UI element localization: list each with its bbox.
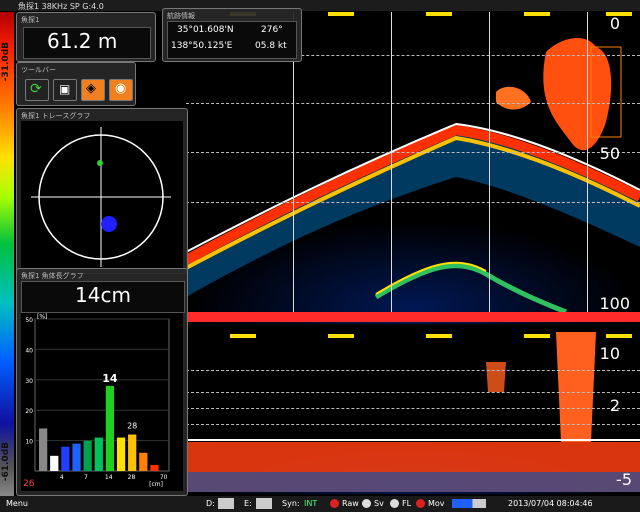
- fl-label: FL: [402, 499, 412, 508]
- hist-x-tick: 7: [84, 474, 88, 481]
- d-label: D:: [206, 499, 215, 508]
- fish-icon: ◈: [86, 81, 96, 96]
- mov-label: Mov: [428, 499, 445, 508]
- header-bar: 魚探1 38KHz SP G:4.0: [0, 0, 640, 11]
- syn-value: INT: [304, 499, 318, 508]
- mov-dot-icon: [416, 499, 425, 508]
- hist-bar: [72, 443, 81, 471]
- hist-x-tick: 14: [105, 474, 113, 481]
- raw-indicator[interactable]: [330, 499, 339, 508]
- mov-indicator[interactable]: [416, 499, 425, 508]
- sv-indicator[interactable]: [362, 499, 371, 508]
- hist-y-tick: 30: [25, 378, 33, 385]
- depth-label-100: 100: [599, 294, 630, 313]
- record-button[interactable]: ◉: [109, 79, 133, 101]
- hist-bar: [50, 455, 59, 471]
- trace-graph-panel[interactable]: 魚探1 トレースグラフ: [16, 108, 188, 274]
- menu-button[interactable]: Menu: [6, 499, 28, 508]
- syn-label: Syn:: [282, 499, 300, 508]
- hist-y-tick: 20: [25, 408, 33, 415]
- heading: 276°: [261, 25, 283, 35]
- channel-label: 魚探1 38KHz SP G:4.0: [18, 2, 104, 11]
- hist-y-tick: 40: [25, 347, 33, 354]
- hist-bar: [83, 440, 92, 471]
- scale-top-label: -31.0dB: [1, 42, 11, 82]
- depth-label-50: 50: [599, 144, 620, 163]
- fl-indicator[interactable]: [390, 499, 399, 508]
- fish-button[interactable]: ◈: [81, 79, 105, 101]
- hist-y-tick: 10: [25, 439, 33, 446]
- histogram-chart: 50 40 30 20 10 [%] 4 7 14 28 70[cm] 14 28: [25, 314, 170, 488]
- fish-size-value: 14cm: [75, 283, 131, 307]
- hist-bar: [61, 446, 70, 471]
- hist-bar: [128, 434, 137, 471]
- hist-y-unit: [%]: [37, 314, 47, 321]
- sv-dot-icon: [362, 499, 371, 508]
- refresh-icon: ⟳: [30, 81, 42, 97]
- raw-label: Raw: [342, 499, 359, 508]
- raw-dot-icon: [330, 499, 339, 508]
- trace-target-graphic: [31, 127, 171, 267]
- progress-indicator: [452, 499, 486, 508]
- depth-value: 61.2 m: [47, 29, 118, 53]
- trace-point-small: [97, 160, 103, 166]
- longitude: 138°50.125'E: [171, 41, 233, 51]
- camera-button[interactable]: ▣: [53, 79, 77, 101]
- lower-depth-label-2: 2: [609, 396, 620, 415]
- trace-point-large: [101, 216, 117, 232]
- hist-panel-title: 魚探1 魚体長グラフ: [21, 272, 84, 280]
- speed: 05.8 kt: [255, 41, 287, 51]
- color-scale: -31.0dB -61.0dB: [0, 12, 14, 496]
- position-box[interactable]: 航跡情報 35°01.608'N 276° 138°50.125'E 05.8 …: [162, 8, 302, 62]
- latitude: 35°01.608'N: [177, 25, 234, 35]
- scale-bottom-label: -61.0dB: [1, 442, 11, 482]
- hist-y-tick: 50: [25, 317, 33, 324]
- e-indicator[interactable]: [256, 498, 272, 509]
- bottom-lock-bar: [186, 312, 640, 322]
- histogram-area: 50 40 30 20 10 [%] 4 7 14 28 70 [cm] 14 28: [21, 313, 183, 491]
- hist-bar: [139, 452, 148, 471]
- depth-label-0: 0: [609, 14, 620, 33]
- refresh-button[interactable]: ⟳: [25, 79, 49, 101]
- toolbar: ツールバー ⟳ ▣ ◈ ◉: [16, 62, 136, 106]
- depth-box-title: 魚探1: [21, 16, 40, 24]
- lower-echo-graphics: [186, 332, 640, 492]
- hist-left-bottom: 26: [23, 479, 35, 489]
- hist-peak-label: 14: [102, 372, 118, 385]
- e-label: E:: [244, 499, 252, 508]
- hist-bar: [150, 464, 159, 471]
- hist-secondary-label: 28: [127, 422, 137, 431]
- hist-bar: [94, 437, 103, 471]
- hist-x-unit: [cm]: [149, 481, 163, 488]
- hist-bar: [116, 437, 126, 471]
- lower-depth-label-10: 10: [599, 344, 620, 363]
- status-bar: Menu D: E: Syn: INT Raw Sv FL Mov 2013/0…: [0, 496, 640, 512]
- position-box-title: 航跡情報: [167, 12, 195, 20]
- lower-echogram[interactable]: 10 2 -5: [186, 332, 640, 494]
- hist-x-tick: 28: [128, 474, 136, 481]
- toolbar-title: ツールバー: [21, 66, 56, 74]
- record-icon: ◉: [115, 81, 127, 96]
- hist-x-tick: 70: [160, 474, 168, 481]
- fish-length-panel[interactable]: 魚探1 魚体長グラフ 14cm 50 40 30 20 10 [%] 4 7 14 28 70 [cm…: [16, 268, 188, 496]
- lower-depth-label-neg5: -5: [616, 470, 632, 489]
- hist-bar: [39, 428, 48, 471]
- datetime: 2013/07/04 08:04:46: [508, 499, 593, 508]
- trace-panel-title: 魚探1 トレースグラフ: [21, 112, 91, 120]
- depth-readout-box[interactable]: 魚探1 61.2 m: [16, 12, 156, 62]
- hist-bar: [105, 385, 115, 471]
- fl-dot-icon: [390, 499, 399, 508]
- hist-x-tick: 4: [60, 474, 64, 481]
- camera-icon: ▣: [59, 82, 71, 96]
- d-indicator[interactable]: [218, 498, 234, 509]
- sv-label: Sv: [374, 499, 384, 508]
